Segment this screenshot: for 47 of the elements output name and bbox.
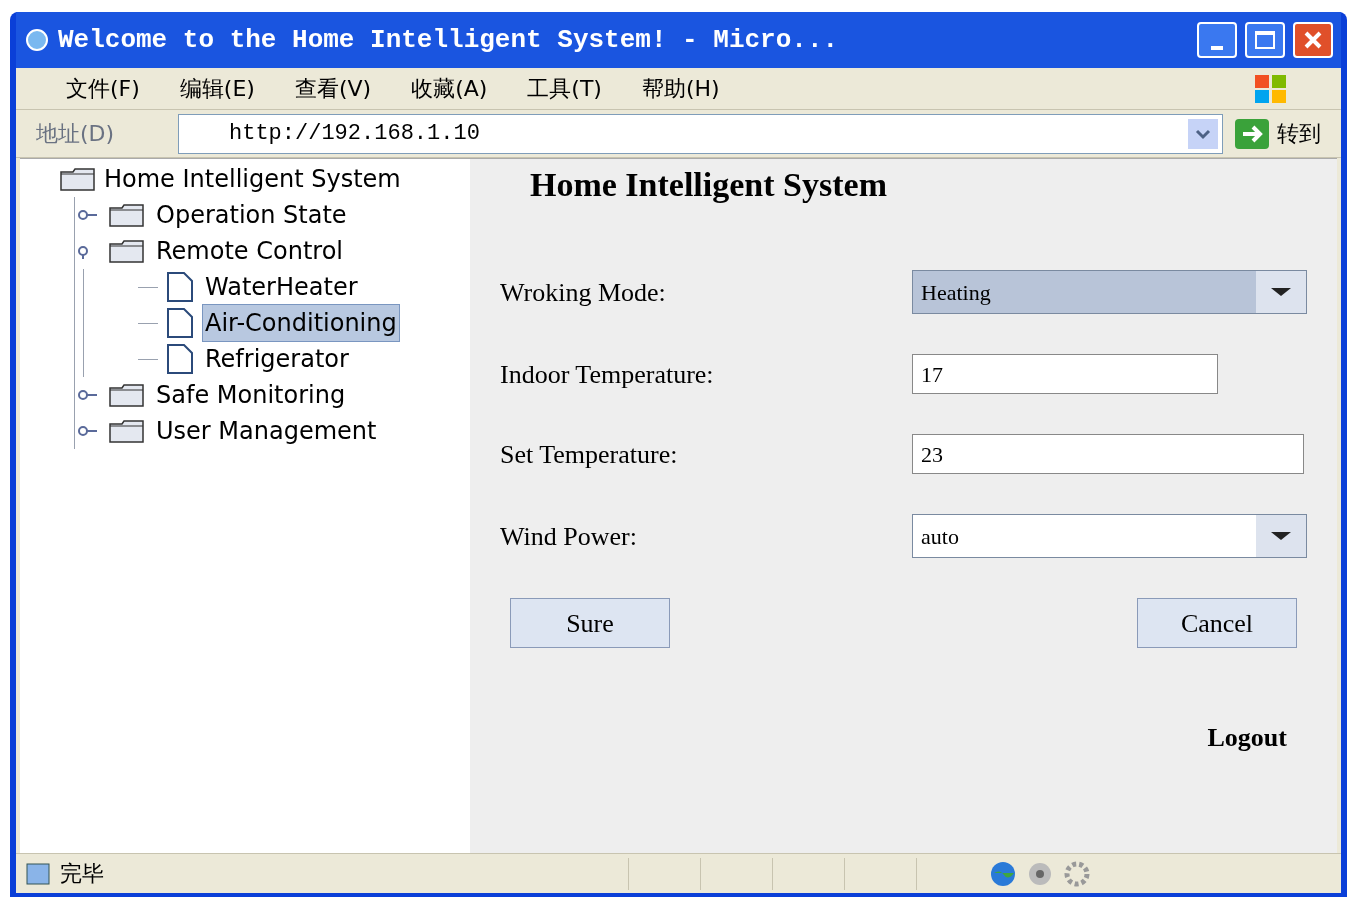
status-text: 完毕 xyxy=(60,860,105,888)
field-label: Set Temperature: xyxy=(500,438,678,471)
maximize-button[interactable] xyxy=(1245,22,1285,58)
tree-item[interactable]: Operation State xyxy=(153,196,350,234)
input-field[interactable]: 17 xyxy=(912,354,1218,394)
close-icon xyxy=(1303,30,1323,50)
menu-item[interactable]: 查看(V) xyxy=(294,72,372,105)
dropdown-field[interactable]: auto xyxy=(912,514,1307,558)
caret-icon[interactable] xyxy=(1256,515,1306,557)
document-icon xyxy=(166,343,194,375)
address-label: 地址(D) xyxy=(36,120,116,148)
minimize-button[interactable] xyxy=(1197,22,1237,58)
field-label: Wroking Mode: xyxy=(500,276,666,309)
dropdown-icon[interactable] xyxy=(1188,118,1218,149)
tree-item[interactable]: Refrigerator xyxy=(202,340,352,378)
tree-item[interactable]: WaterHeater xyxy=(202,268,361,306)
page-heading: Home Intelligent System xyxy=(530,165,888,205)
menu-item[interactable]: 收藏(A) xyxy=(411,72,488,105)
browser-icon xyxy=(24,27,50,53)
folder-icon xyxy=(60,167,96,191)
document-icon xyxy=(166,307,194,339)
menu-item[interactable]: 帮助(H) xyxy=(641,72,720,105)
tree-item[interactable]: Remote Control xyxy=(153,232,346,270)
field-label: Indoor Temperature: xyxy=(500,358,714,391)
close-button[interactable] xyxy=(1293,22,1333,58)
form-button[interactable]: Cancel xyxy=(1137,598,1297,648)
folder-icon xyxy=(109,203,145,227)
tree-item[interactable]: Safe Monitoring xyxy=(153,376,349,414)
folder-icon xyxy=(109,239,145,263)
address-field[interactable]: http://192.168.1.10 xyxy=(178,113,1223,154)
dropdown-field[interactable]: Heating xyxy=(912,270,1307,314)
tree-item[interactable]: User Management xyxy=(153,412,380,450)
form-button[interactable]: Sure xyxy=(510,598,670,648)
caret-icon[interactable] xyxy=(1256,271,1306,313)
window-title: Welcome to the Home Intelligent System! - Micro... xyxy=(58,23,840,57)
field-label: Wind Power: xyxy=(500,520,637,553)
tree-item[interactable]: Home Intelligent System xyxy=(104,161,401,197)
menu-item[interactable]: 文件(F) xyxy=(66,72,140,105)
tree-item[interactable]: Air-Conditioning xyxy=(202,304,400,342)
document-icon xyxy=(166,271,194,303)
folder-icon xyxy=(109,383,145,407)
logout-link[interactable]: Logout xyxy=(1207,718,1287,757)
input-field[interactable]: 23 xyxy=(912,434,1304,474)
menu-item[interactable]: 编辑(E) xyxy=(179,72,255,105)
menu-item[interactable]: 工具(T) xyxy=(527,72,602,105)
folder-icon xyxy=(109,419,145,443)
go-button[interactable]: 转到 xyxy=(1235,117,1321,150)
